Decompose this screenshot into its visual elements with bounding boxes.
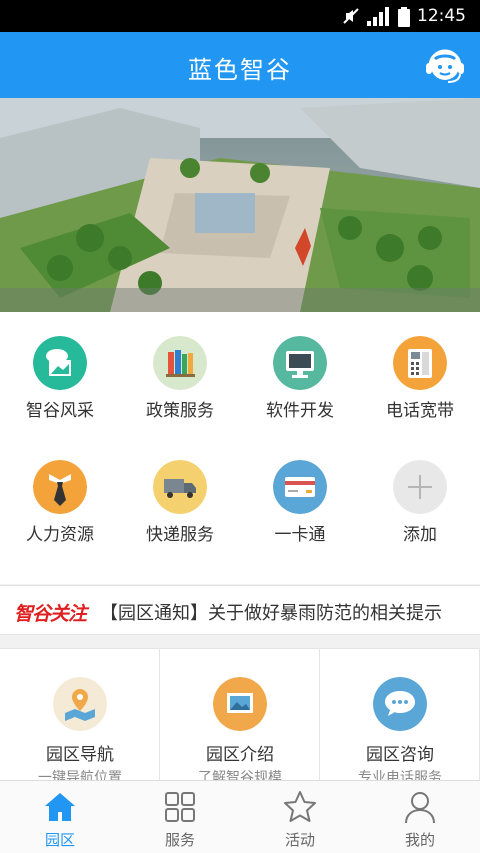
app-header: 蓝色智谷 — [0, 32, 480, 98]
plus-icon — [393, 460, 447, 514]
signal-icon — [367, 7, 389, 26]
tab-label: 园区 — [44, 831, 75, 849]
delivery-truck-icon — [153, 460, 207, 514]
feature-cards: 园区导航 一键导航位置 园区介绍 了解智谷规模 园区咨询 专业电话服务 — [0, 648, 480, 783]
grid-label: 一卡通 — [274, 525, 326, 545]
tab-park[interactable]: 园区 — [0, 781, 120, 853]
picture-icon — [213, 677, 267, 731]
page-title: 蓝色智谷 — [188, 56, 292, 84]
necktie-icon — [33, 460, 87, 514]
grid-item-add[interactable]: 添加 — [360, 436, 480, 556]
grid-item-human-resources[interactable]: 人力资源 — [0, 436, 120, 556]
grid-item-zhigu-fengcai[interactable]: 智谷风采 — [0, 312, 120, 432]
card-park-introduction[interactable]: 园区介绍 了解智谷规模 — [160, 649, 320, 783]
ticker-brand: 智谷关注 — [14, 603, 87, 625]
app-screen: 12:45 蓝色智谷 智谷风采 政策服务 软件开发 电话宽带 人力资源 快递服务… — [0, 0, 480, 853]
tab-activities[interactable]: 活动 — [240, 781, 360, 853]
bottom-tab-bar: 园区 服务 活动 我的 — [0, 780, 480, 853]
card-park-navigation[interactable]: 园区导航 一键导航位置 — [0, 649, 160, 783]
telephone-icon — [393, 336, 447, 390]
park-aerial-illustration — [0, 98, 480, 312]
service-grid: 智谷风采 政策服务 软件开发 电话宽带 人力资源 快递服务 一卡通 添加 — [0, 312, 480, 584]
home-icon — [45, 793, 75, 821]
tab-label: 服务 — [164, 831, 195, 849]
grid-item-phone-broadband[interactable]: 电话宽带 — [360, 312, 480, 432]
grid-item-express-delivery[interactable]: 快递服务 — [120, 436, 240, 556]
tab-services[interactable]: 服务 — [120, 781, 240, 853]
grid-icon — [165, 792, 195, 822]
grid-item-one-card[interactable]: 一卡通 — [240, 436, 360, 556]
grid-label: 人力资源 — [26, 525, 94, 545]
ticker-text[interactable]: 【园区通知】关于做好暴雨防范的相关提示 — [100, 599, 442, 625]
card-icon — [273, 460, 327, 514]
books-icon — [153, 336, 207, 390]
grid-item-policy-service[interactable]: 政策服务 — [120, 312, 240, 432]
grid-label: 软件开发 — [266, 401, 334, 421]
star-icon — [284, 791, 316, 822]
photo-gallery-icon — [33, 336, 87, 390]
status-bar: 12:45 — [0, 0, 480, 32]
grid-label: 添加 — [403, 525, 437, 545]
grid-label: 智谷风采 — [26, 401, 94, 421]
tab-mine[interactable]: 我的 — [360, 781, 480, 853]
grid-item-software-dev[interactable]: 软件开发 — [240, 312, 360, 432]
customer-service-icon[interactable] — [422, 42, 468, 88]
clock-time: 12:45 — [417, 6, 466, 26]
banner-image[interactable] — [0, 98, 480, 312]
grid-label: 电话宽带 — [386, 401, 454, 421]
card-park-consulting[interactable]: 园区咨询 专业电话服务 — [320, 649, 480, 783]
chat-bubble-icon — [373, 677, 427, 731]
card-title: 园区介绍 — [206, 745, 274, 765]
card-title: 园区导航 — [46, 745, 114, 765]
mute-icon — [343, 8, 359, 24]
news-ticker[interactable]: 智谷关注 【园区通知】关于做好暴雨防范的相关提示 — [0, 585, 480, 635]
user-icon — [405, 792, 435, 824]
grid-label: 政策服务 — [146, 401, 214, 421]
tab-label: 活动 — [284, 831, 315, 849]
monitor-icon — [273, 336, 327, 390]
map-pin-icon — [53, 677, 107, 731]
card-title: 园区咨询 — [366, 745, 434, 765]
tab-label: 我的 — [404, 831, 435, 849]
grid-label: 快递服务 — [146, 525, 214, 545]
battery-icon — [398, 7, 410, 27]
